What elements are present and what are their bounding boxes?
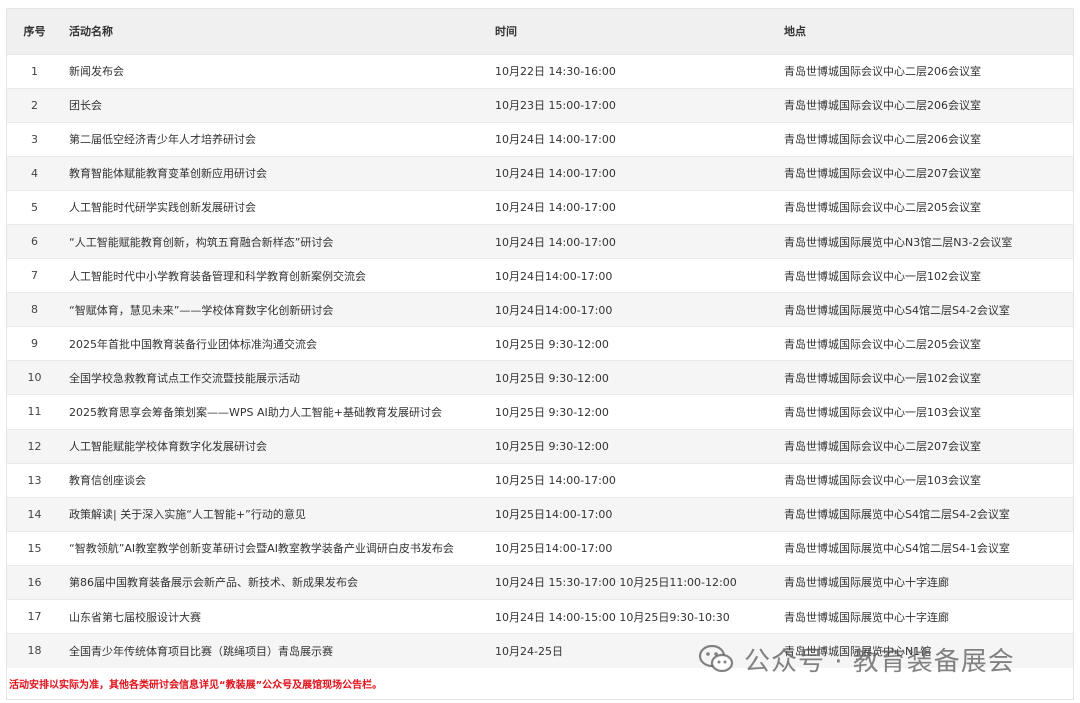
table-row: 11 2025教育思享会筹备策划案——WPS AI助力人工智能+基础教育发展研讨会… (7, 394, 1073, 430)
cell-time: 10月24日 14:00-17:00 (495, 155, 784, 191)
cell-no: 13 (7, 462, 62, 498)
cell-no: 14 (7, 496, 62, 532)
cell-location: 青岛世博城国际会议中心二层206会议室 (784, 53, 1073, 89)
table-row: 4 教育智能体赋能教育变革创新应用研讨会 10月24日 14:00-17:00 青岛世… (7, 155, 1073, 191)
cell-time: 10月24日 14:00-17:00 (495, 189, 784, 225)
cell-name: “智赋体育，慧见未来”——学校体育数字化创新研讨会 (62, 292, 495, 327)
cell-location: 青岛世博城国际会议中心一层102会议室 (784, 360, 1073, 395)
cell-no: 1 (7, 53, 62, 89)
cell-location: 青岛世博城国际会议中心一层103会议室 (784, 394, 1073, 430)
schedule-table: 序号 活动名称 时间 地点 1 新闻发布会 10月22日 14:30-16:00 青岛… (7, 9, 1073, 668)
cell-no: 18 (7, 633, 62, 668)
table-row: 1 新闻发布会 10月22日 14:30-16:00 青岛世博城国际会议中心二层206… (7, 53, 1073, 89)
cell-no: 6 (7, 223, 62, 259)
cell-location: 青岛世博城国际会议中心二层205会议室 (784, 326, 1073, 361)
cell-location: 青岛世博城国际会议中心二层207会议室 (784, 155, 1073, 191)
cell-time: 10月24日14:00-17:00 (495, 292, 784, 327)
footnote: 活动安排以实际为准，其他各类研讨会信息详见“教装展”公众号及展馆现场公告栏。 (9, 680, 383, 691)
cell-no: 4 (7, 155, 62, 191)
cell-location: 青岛世博城国际会议中心二层206会议室 (784, 121, 1073, 157)
table-row: 13 教育信创座谈会 10月25日 14:00-17:00 青岛世博城国际会议中心一层… (7, 462, 1073, 498)
cell-time: 10月24日 14:00-17:00 (495, 223, 784, 259)
cell-name: “人工智能赋能教育创新，构筑五育融合新样态”研讨会 (62, 223, 495, 259)
cell-location: 青岛世博城国际会议中心一层103会议室 (784, 462, 1073, 498)
table-header-row: 序号 活动名称 时间 地点 (7, 9, 1073, 54)
header-name: 活动名称 (69, 25, 113, 39)
table-row: 12 人工智能赋能学校体育数字化发展研讨会 10月25日 9:30-12:00 青岛世… (7, 428, 1073, 464)
cell-no: 11 (7, 394, 62, 430)
cell-name: 政策解读| 关于深入实施“人工智能+”行动的意见 (62, 496, 495, 532)
cell-location: 青岛世博城国际展览中心S4馆二层S4-1会议室 (784, 530, 1073, 566)
cell-time: 10月24日 14:00-15:00 10月25日9:30-10:30 (495, 598, 784, 634)
cell-no: 7 (7, 258, 62, 293)
cell-time: 10月23日 15:00-17:00 (495, 87, 784, 123)
cell-time: 10月25日 9:30-12:00 (495, 394, 784, 430)
table-body: 1 新闻发布会 10月22日 14:30-16:00 青岛世博城国际会议中心二层206… (7, 53, 1073, 668)
table-row: 15 “智教领航”AI教室教学创新变革研讨会暨AI教室教学装备产业调研白皮书发布会… (7, 530, 1073, 566)
table-row: 8 “智赋体育，慧见未来”——学校体育数字化创新研讨会 10月24日14:00-17… (7, 292, 1073, 327)
cell-no: 5 (7, 189, 62, 225)
table-row: 3 第二届低空经济青少年人才培养研讨会 10月24日 14:00-17:00 青岛世博… (7, 121, 1073, 157)
cell-no: 15 (7, 530, 62, 566)
cell-location: 青岛世博城国际展览中心十字连廊 (784, 598, 1073, 634)
cell-name: 2025年首批中国教育装备行业团体标准沟通交流会 (62, 326, 495, 361)
cell-location: 青岛世博城国际展览中心N3馆二层N3-2会议室 (784, 223, 1073, 259)
cell-no: 3 (7, 121, 62, 157)
cell-time: 10月24日14:00-17:00 (495, 258, 784, 293)
table-row: 6 “人工智能赋能教育创新，构筑五育融合新样态”研讨会 10月24日 14:00-1… (7, 223, 1073, 259)
cell-time: 10月25日 9:30-12:00 (495, 326, 784, 361)
cell-time: 10月22日 14:30-16:00 (495, 53, 784, 89)
cell-name: 教育智能体赋能教育变革创新应用研讨会 (62, 155, 495, 191)
cell-name: “智教领航”AI教室教学创新变革研讨会暨AI教室教学装备产业调研白皮书发布会 (62, 530, 495, 566)
cell-location: 青岛世博城国际会议中心二层207会议室 (784, 428, 1073, 464)
header-no: 序号 (23, 25, 46, 39)
cell-time: 10月25日14:00-17:00 (495, 530, 784, 566)
header-location: 地点 (784, 25, 806, 39)
cell-time: 10月25日 9:30-12:00 (495, 360, 784, 395)
cell-time: 10月24日 14:00-17:00 (495, 121, 784, 157)
cell-location: 青岛世博城国际展览中心十字连廊 (784, 564, 1073, 600)
table-row: 7 人工智能时代中小学教育装备管理和科学教育创新案例交流会 10月24日14:00-… (7, 258, 1073, 293)
cell-name: 人工智能时代研学实践创新发展研讨会 (62, 189, 495, 225)
cell-no: 2 (7, 87, 62, 123)
cell-name: 教育信创座谈会 (62, 462, 495, 498)
cell-name: 人工智能赋能学校体育数字化发展研讨会 (62, 428, 495, 464)
cell-name: 新闻发布会 (62, 53, 495, 89)
table-row: 17 山东省第七届校服设计大赛 10月24日 14:00-15:00 10月25日9… (7, 598, 1073, 634)
cell-location: 青岛世博城国际展览中心N1馆 (784, 633, 1073, 668)
cell-time: 10月24-25日 (495, 633, 784, 668)
cell-name: 山东省第七届校服设计大赛 (62, 598, 495, 634)
cell-location: 青岛世博城国际会议中心二层205会议室 (784, 189, 1073, 225)
cell-name: 团长会 (62, 87, 495, 123)
cell-name: 全国青少年传统体育项目比赛（跳绳项目）青岛展示赛 (62, 633, 495, 668)
cell-no: 16 (7, 564, 62, 600)
cell-time: 10月24日 15:30-17:00 10月25日11:00-12:00 (495, 564, 784, 600)
cell-name: 全国学校急救教育试点工作交流暨技能展示活动 (62, 360, 495, 395)
cell-name: 第86届中国教育装备展示会新产品、新技术、新成果发布会 (62, 564, 495, 600)
header-time: 时间 (495, 25, 517, 39)
table-row: 2 团长会 10月23日 15:00-17:00 青岛世博城国际会议中心二层206会议… (7, 87, 1073, 123)
cell-location: 青岛世博城国际会议中心一层102会议室 (784, 258, 1073, 293)
table-row: 16 第86届中国教育装备展示会新产品、新技术、新成果发布会 10月24日 15:3… (7, 564, 1073, 600)
cell-time: 10月25日14:00-17:00 (495, 496, 784, 532)
table-row: 18 全国青少年传统体育项目比赛（跳绳项目）青岛展示赛 10月24-25日 青岛世博城… (7, 633, 1073, 668)
cell-no: 17 (7, 598, 62, 634)
cell-no: 10 (7, 360, 62, 395)
table-row: 9 2025年首批中国教育装备行业团体标准沟通交流会 10月25日 9:30-12:… (7, 326, 1073, 361)
cell-location: 青岛世博城国际会议中心二层206会议室 (784, 87, 1073, 123)
cell-no: 12 (7, 428, 62, 464)
table-row: 10 全国学校急救教育试点工作交流暨技能展示活动 10月25日 9:30-12:00… (7, 360, 1073, 395)
schedule-panel: 序号 活动名称 时间 地点 1 新闻发布会 10月22日 14:30-16:00 青岛… (6, 8, 1074, 700)
cell-no: 9 (7, 326, 62, 361)
cell-location: 青岛世博城国际展览中心S4馆二层S4-2会议室 (784, 496, 1073, 532)
table-row: 5 人工智能时代研学实践创新发展研讨会 10月24日 14:00-17:00 青岛世博… (7, 189, 1073, 225)
cell-time: 10月25日 9:30-12:00 (495, 428, 784, 464)
cell-name: 2025教育思享会筹备策划案——WPS AI助力人工智能+基础教育发展研讨会 (62, 394, 495, 430)
table-row: 14 政策解读| 关于深入实施“人工智能+”行动的意见 10月25日14:00-17… (7, 496, 1073, 532)
cell-time: 10月25日 14:00-17:00 (495, 462, 784, 498)
cell-name: 人工智能时代中小学教育装备管理和科学教育创新案例交流会 (62, 258, 495, 293)
cell-location: 青岛世博城国际展览中心S4馆二层S4-2会议室 (784, 292, 1073, 327)
cell-no: 8 (7, 292, 62, 327)
cell-name: 第二届低空经济青少年人才培养研讨会 (62, 121, 495, 157)
